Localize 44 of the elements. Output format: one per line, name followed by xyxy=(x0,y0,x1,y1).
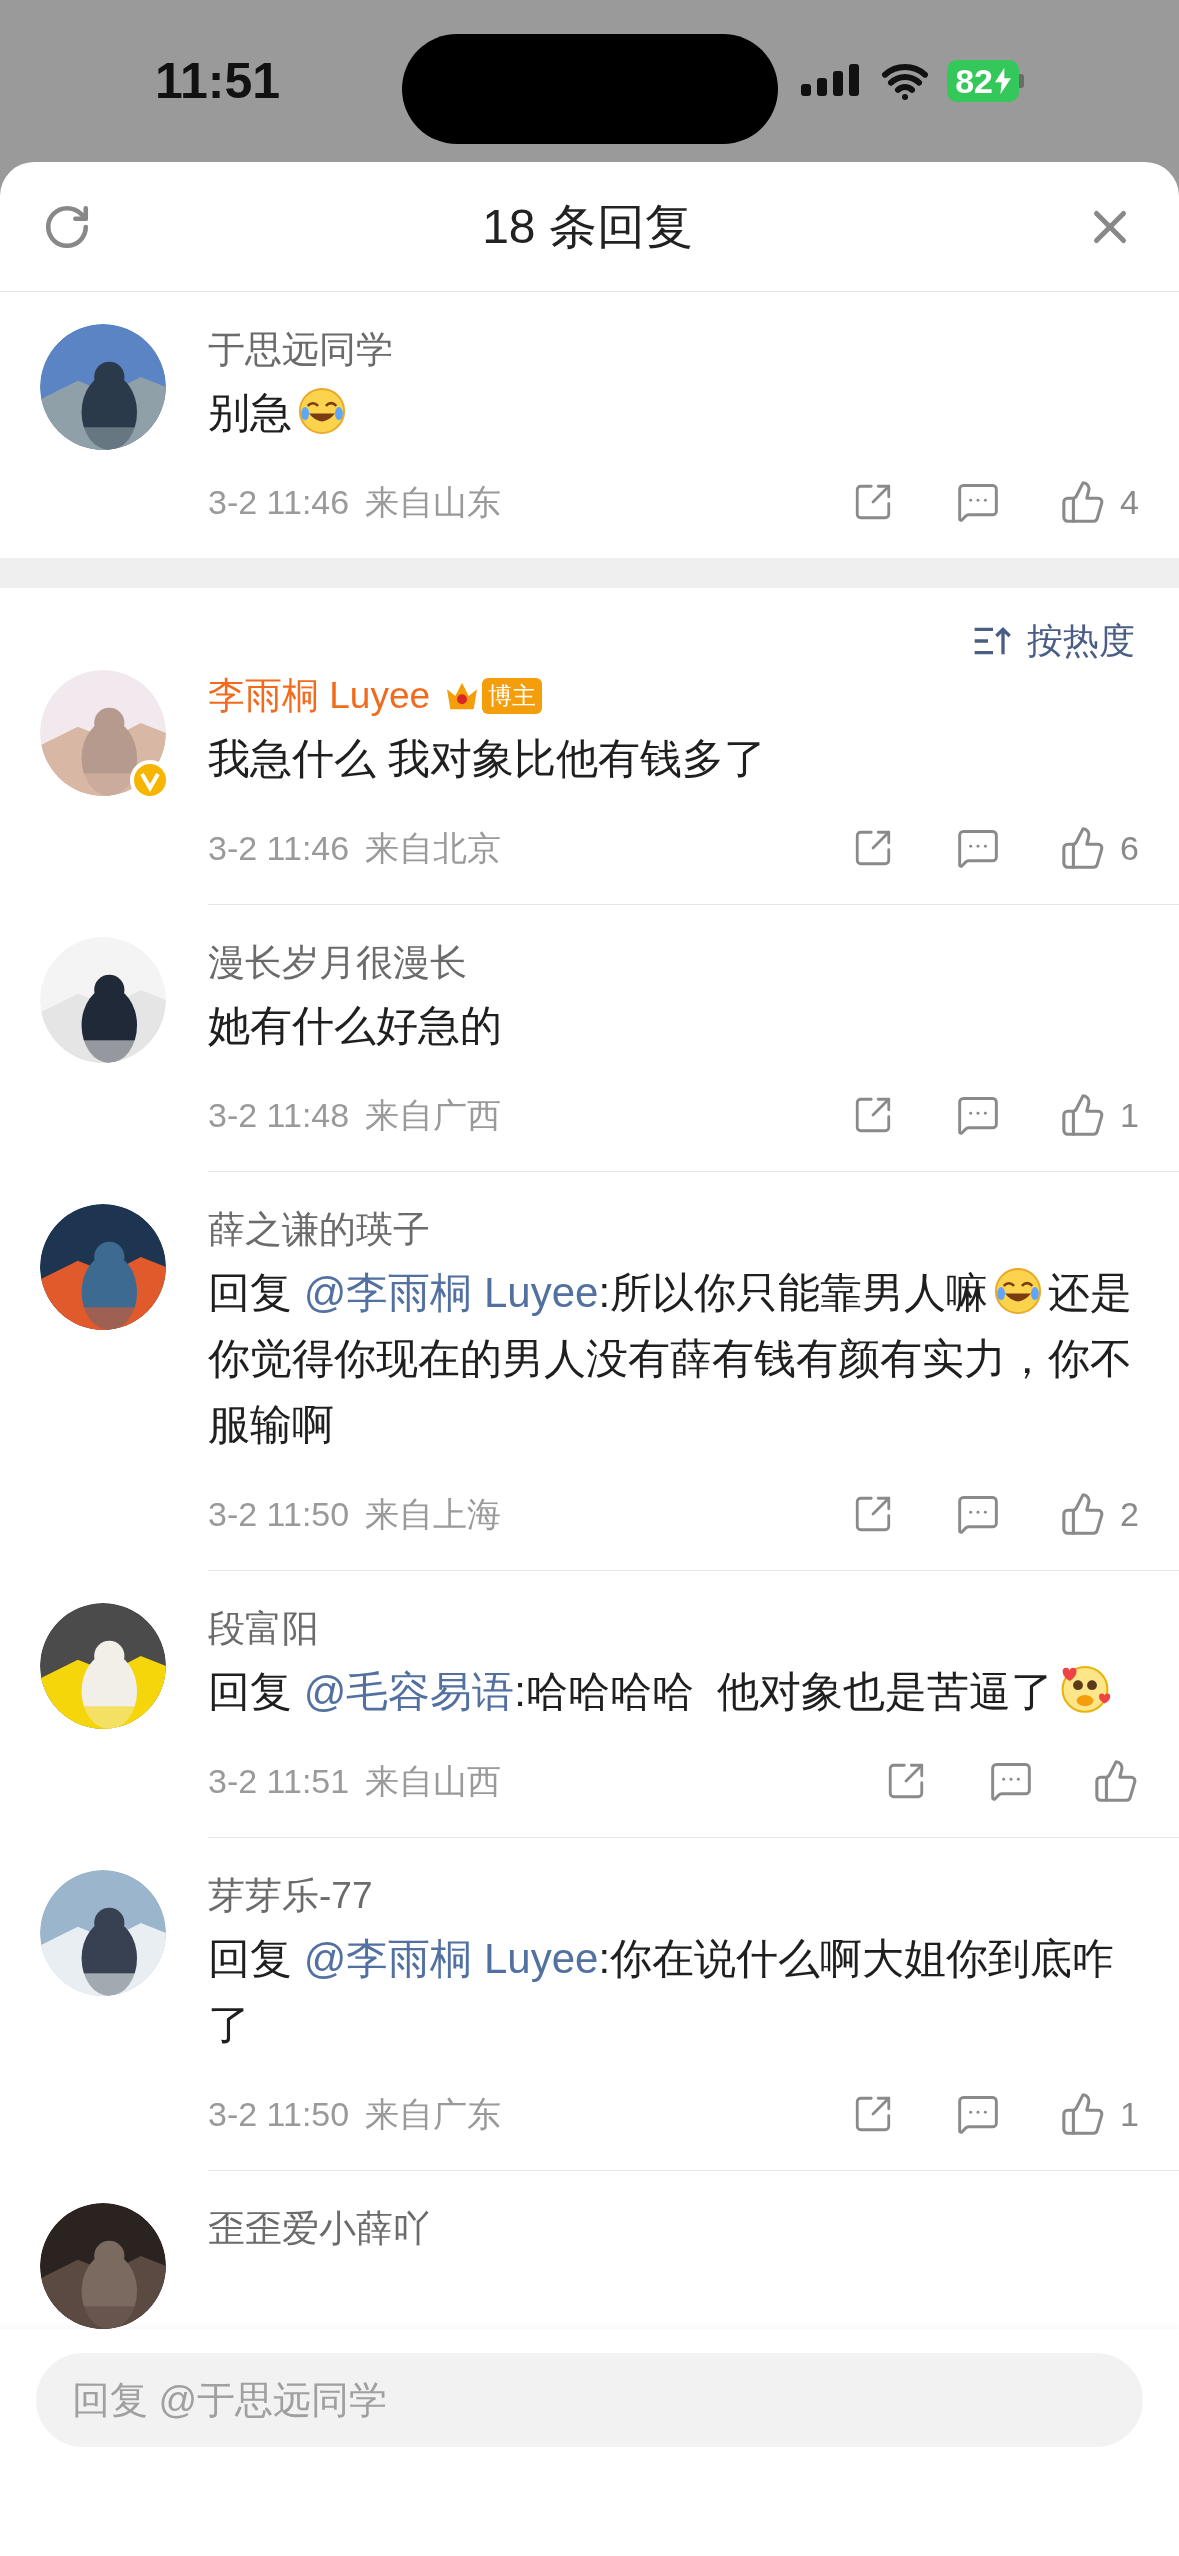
comment-text: 我急什么 我对象比他有钱多了 xyxy=(208,734,767,784)
like-count: 6 xyxy=(1120,827,1139,869)
comment-location: 来自广西 xyxy=(365,1094,502,1136)
comment-location: 来自山西 xyxy=(365,1760,502,1802)
like-icon[interactable] xyxy=(1093,1758,1139,1804)
comment-text: 她有什么好急的 xyxy=(208,1001,503,1051)
comment-text: 回复 @李雨桐 Luyee:你在说什么啊大姐你到底咋了 xyxy=(208,1934,1116,2050)
like-count: 1 xyxy=(1120,1094,1139,1136)
user-name[interactable]: 薛之谦的瑛子 xyxy=(208,1202,430,1258)
signal-icon xyxy=(801,64,862,98)
comment-location: 来自山东 xyxy=(365,481,502,523)
user-name[interactable]: 于思远同学 xyxy=(208,322,393,378)
comment-text: 回复 @毛容易语:哈哈哈哈 他对象也是苦逼了 xyxy=(208,1659,1139,1725)
comment-time: 3-2 11:51 xyxy=(208,1760,350,1802)
user-name[interactable]: 芽芽乐-77 xyxy=(208,1868,373,1924)
user-name[interactable]: 李雨桐 Luyee xyxy=(208,668,431,724)
user-name[interactable]: 段富阳 xyxy=(208,1601,319,1657)
mention-link[interactable]: @李雨桐 Luyee xyxy=(303,1935,599,1982)
battery-tip-icon xyxy=(1019,74,1024,88)
comment-text: 回复 @李雨桐 Luyee:所以你只能靠男人嘛 还是你觉得你现在的男人没有薛有钱有颜有实力，你不服输啊 xyxy=(208,1260,1139,1458)
laughing-crying-face-icon xyxy=(296,385,348,437)
like-count: 2 xyxy=(1120,1493,1139,1535)
comment-time: 3-2 11:50 xyxy=(208,2093,350,2135)
user-name[interactable]: 歪歪爱小薛吖 xyxy=(208,2201,430,2257)
sort-button[interactable]: 按热度 xyxy=(973,614,1135,668)
comment-time: 3-2 11:48 xyxy=(208,1094,350,1136)
comment-text: 别急 xyxy=(208,380,1139,446)
comment-location: 来自北京 xyxy=(365,827,502,869)
reply-input[interactable]: 回复 @于思远同学 xyxy=(36,2353,1143,2447)
comment-time: 3-2 11:46 xyxy=(208,481,350,523)
mention-link[interactable]: @李雨桐 Luyee xyxy=(303,1269,599,1316)
mention-link[interactable]: @毛容易语 xyxy=(303,1668,515,1715)
user-name[interactable]: 漫长岁月很漫长 xyxy=(208,935,467,991)
comment-location: 来自上海 xyxy=(365,1493,502,1535)
like-count: 4 xyxy=(1120,481,1139,523)
comment-location: 来自广东 xyxy=(365,2093,502,2135)
comment-time: 3-2 11:50 xyxy=(208,1493,350,1535)
sheet-title: 18 条回复 xyxy=(481,198,694,255)
battery-level: 82 xyxy=(947,60,1019,102)
charging-bolt-icon xyxy=(995,67,1011,95)
blogger-badge: 博主 xyxy=(482,678,543,714)
status-time: 11:51 xyxy=(155,51,281,111)
comment-time: 3-2 11:46 xyxy=(208,827,350,869)
like-count: 1 xyxy=(1120,2093,1139,2135)
